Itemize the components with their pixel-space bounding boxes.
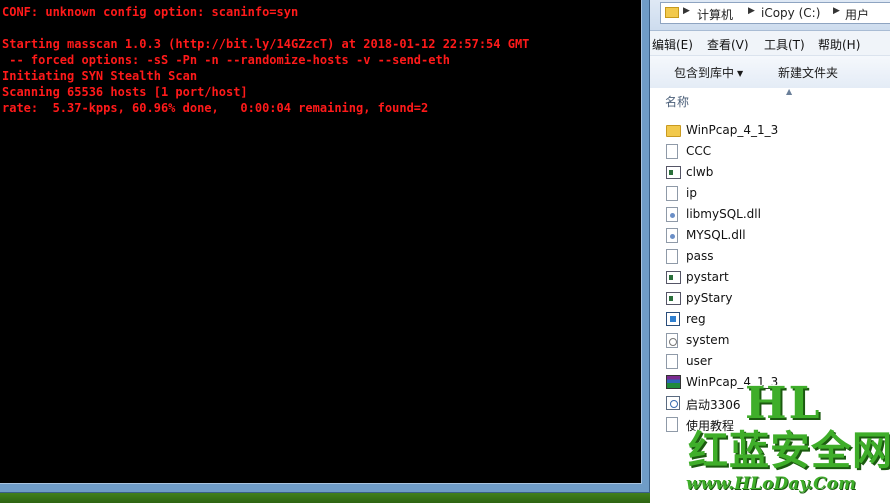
chevron-right-icon: ▶	[748, 6, 755, 16]
address-field[interactable]: ▶ 计算机 ▶ iCopy (C:) ▶ 用户	[660, 2, 890, 24]
file-name: MYSQL.dll	[686, 228, 746, 242]
registry-icon	[666, 312, 680, 326]
column-header[interactable]: ▲ 名称	[650, 87, 890, 114]
breadcrumb-users[interactable]: 用户	[845, 6, 869, 23]
chevron-right-icon: ▶	[833, 6, 840, 16]
include-in-library-label: 包含到库中	[674, 66, 735, 80]
file-item[interactable]: clwb	[664, 162, 884, 183]
folder-icon	[666, 125, 681, 137]
menu-bar: 编辑(E) 查看(V) 工具(T) 帮助(H)	[650, 31, 890, 56]
menu-view[interactable]: 查看(V)	[707, 36, 749, 53]
file-item[interactable]: reg	[664, 309, 884, 330]
breadcrumb-computer[interactable]: 计算机	[697, 6, 733, 23]
file-item[interactable]: pass	[664, 246, 884, 267]
batch-file-icon	[666, 396, 680, 410]
menu-help[interactable]: 帮助(H)	[818, 36, 860, 53]
include-in-library-button[interactable]: 包含到库中 ▼	[674, 64, 743, 81]
file-item[interactable]: MYSQL.dll	[664, 225, 884, 246]
folder-icon	[665, 7, 679, 18]
console-line: -- forced options: -sS -Pn -n --randomiz…	[2, 53, 450, 67]
file-name: clwb	[686, 165, 714, 179]
system-file-icon	[666, 333, 678, 348]
text-file-icon	[666, 144, 678, 159]
file-item[interactable]: WinPcap_4_1_3	[664, 120, 884, 141]
console-output[interactable]: CONF: unknown config option: scaninfo=sy…	[0, 0, 642, 484]
file-item[interactable]: system	[664, 330, 884, 351]
console-line: CONF: unknown config option: scaninfo=sy…	[2, 5, 299, 19]
dll-icon	[666, 228, 678, 243]
file-name: 启动3306	[686, 398, 741, 412]
column-name-label: 名称	[665, 95, 690, 109]
menu-tools[interactable]: 工具(T)	[764, 36, 805, 53]
file-item[interactable]: CCC	[664, 141, 884, 162]
console-line: rate: 5.37-kpps, 60.96% done, 0:00:04 re…	[2, 101, 429, 115]
chevron-down-icon: ▼	[737, 69, 744, 78]
file-name: user	[686, 354, 713, 368]
console-line: Scanning 65536 hosts [1 port/host]	[2, 85, 248, 99]
rar-archive-icon	[666, 375, 681, 389]
command-bar: 包含到库中 ▼ 新建文件夹	[650, 56, 890, 89]
file-name: reg	[686, 312, 706, 326]
file-name: ip	[686, 186, 697, 200]
exe-icon	[666, 166, 681, 179]
chevron-right-icon: ▶	[683, 6, 690, 16]
file-item[interactable]: user	[664, 351, 884, 372]
watermark-brand: 红蓝安全网	[688, 428, 890, 474]
dll-icon	[666, 207, 678, 222]
text-file-icon	[666, 354, 678, 369]
file-name: pass	[686, 249, 714, 263]
file-name: CCC	[686, 144, 712, 158]
file-name: pystart	[686, 270, 729, 284]
file-item[interactable]: ip	[664, 183, 884, 204]
file-name: WinPcap_4_1_3	[686, 123, 779, 137]
text-file-icon	[666, 249, 678, 264]
exe-icon	[666, 292, 681, 305]
file-item[interactable]: pyStary	[664, 288, 884, 309]
file-item[interactable]: pystart	[664, 267, 884, 288]
address-bar: ▶ 计算机 ▶ iCopy (C:) ▶ 用户	[650, 0, 890, 31]
exe-icon	[666, 271, 681, 284]
text-file-icon	[666, 417, 678, 432]
watermark-url: www.HLoDay.Com	[686, 474, 856, 494]
file-name: system	[686, 333, 730, 347]
sort-up-icon: ▲	[786, 87, 793, 96]
breadcrumb-drive[interactable]: iCopy (C:)	[761, 6, 820, 20]
file-name: libmySQL.dll	[686, 207, 761, 221]
console-window[interactable]: CONF: unknown config option: scaninfo=sy…	[0, 0, 650, 493]
new-folder-button[interactable]: 新建文件夹	[778, 64, 838, 81]
text-file-icon	[666, 186, 678, 201]
file-name: pyStary	[686, 291, 733, 305]
console-line: Starting masscan 1.0.3 (http://bit.ly/14…	[2, 37, 530, 51]
console-line: Initiating SYN Stealth Scan	[2, 69, 198, 83]
menu-edit[interactable]: 编辑(E)	[652, 36, 693, 53]
file-item[interactable]: libmySQL.dll	[664, 204, 884, 225]
